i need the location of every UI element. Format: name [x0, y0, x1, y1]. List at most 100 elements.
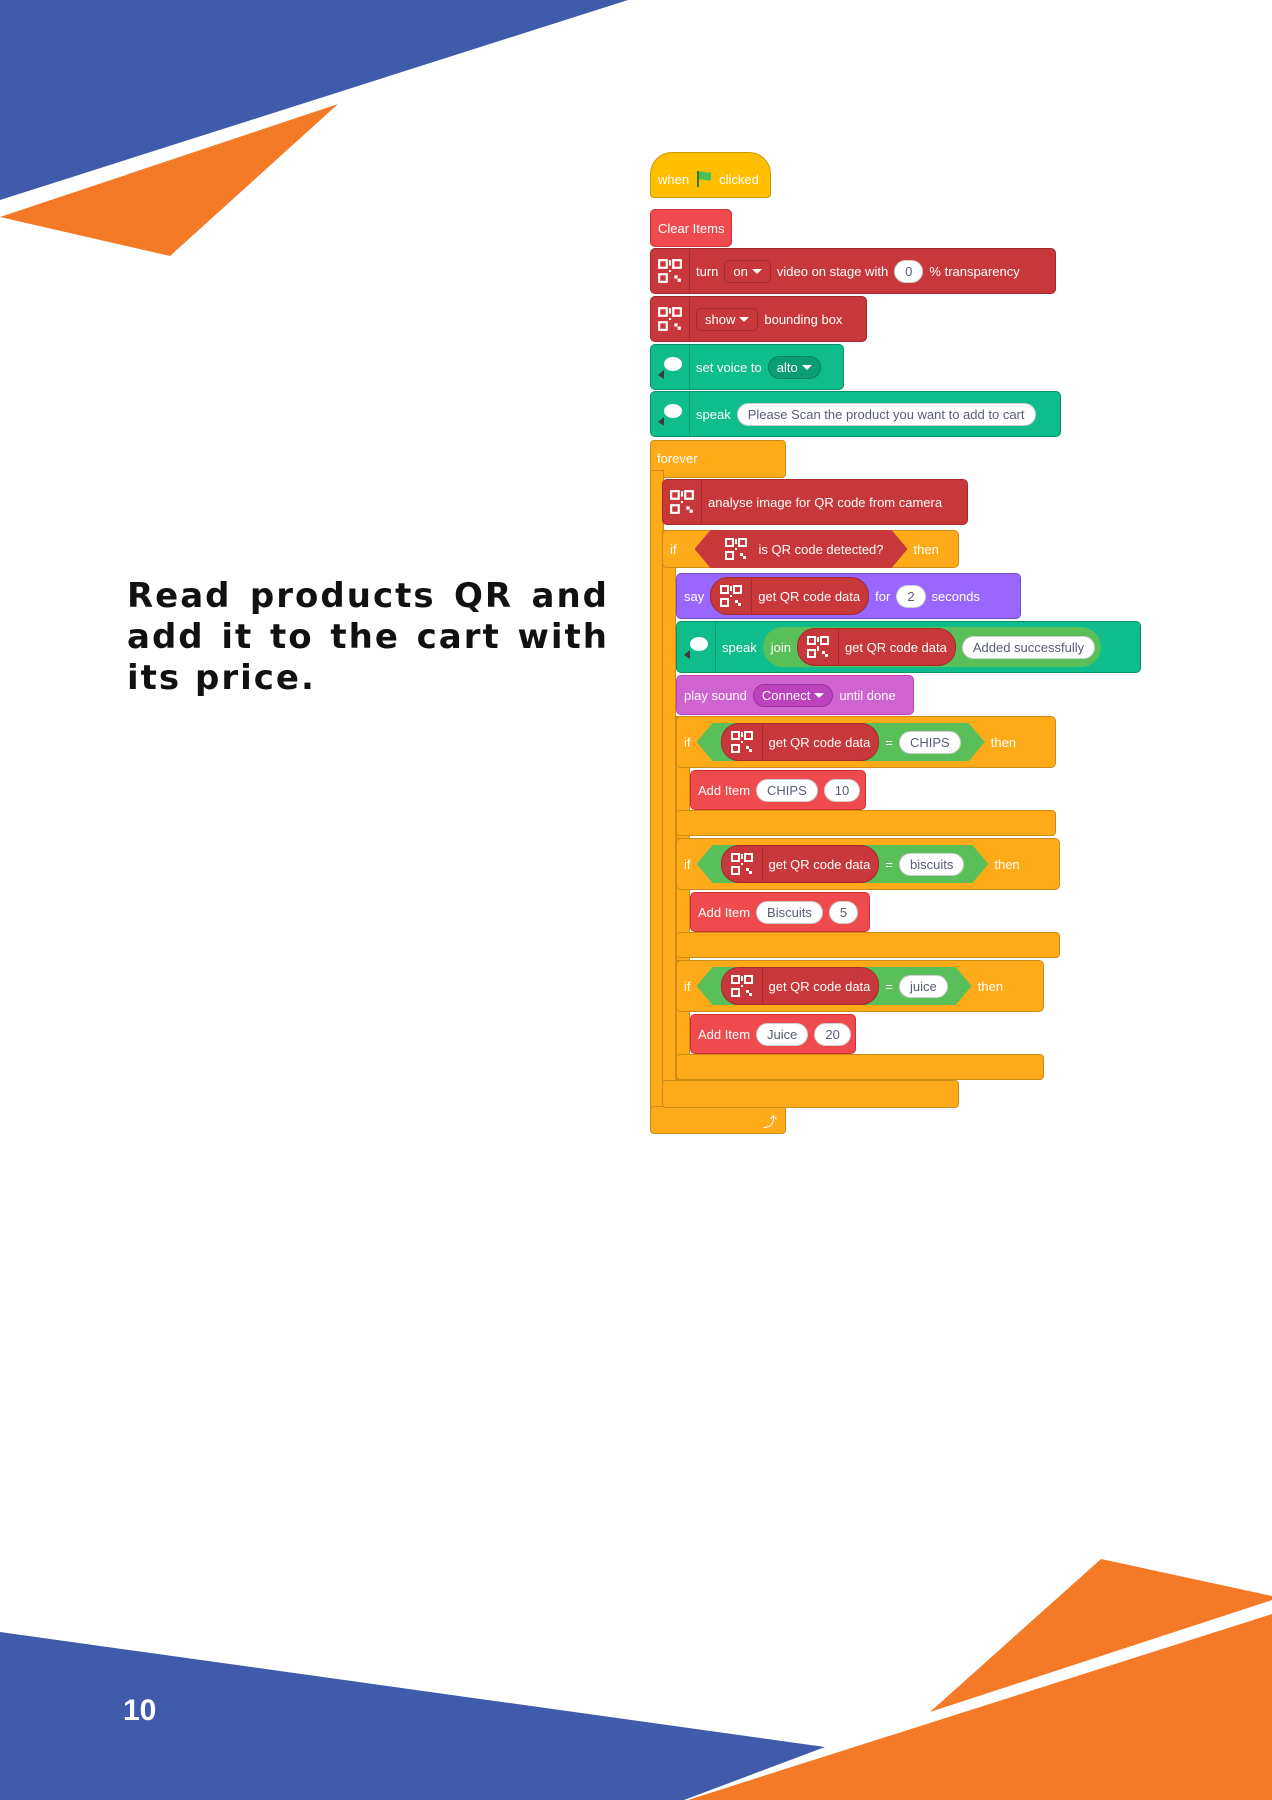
- sound-dropdown[interactable]: Connect: [752, 683, 834, 707]
- add-item-label: Add Item: [698, 904, 751, 920]
- seconds-label: seconds: [931, 588, 980, 604]
- if-chips-block[interactable]: if get QR code data = CHIPS then: [676, 716, 1056, 768]
- if-juice-block[interactable]: if get QR code data = juice then: [676, 960, 1044, 1012]
- if-detected-block[interactable]: if is QR code detected? then: [662, 530, 959, 568]
- if-label: if: [684, 856, 691, 872]
- add-item-block[interactable]: Add Item Juice 20: [690, 1014, 856, 1054]
- bounding-box-block[interactable]: show bounding box: [650, 296, 867, 342]
- equals-operator[interactable]: get QR code data = biscuits: [697, 845, 989, 883]
- item-price-input[interactable]: 20: [814, 1022, 851, 1046]
- item-price-input[interactable]: 10: [823, 778, 861, 802]
- analyse-image-block[interactable]: analyse image for QR code from camera: [662, 479, 968, 525]
- play-sound-block[interactable]: play sound Connect until done: [676, 675, 914, 715]
- get-qr-data-label: get QR code data: [768, 978, 871, 994]
- add-item-block[interactable]: Add Item Biscuits 5: [690, 892, 870, 932]
- get-qr-data-reporter[interactable]: get QR code data: [721, 723, 880, 761]
- loop-arrow-icon: ⤴: [763, 1114, 777, 1130]
- if-biscuits-block[interactable]: if get QR code data = biscuits then: [676, 838, 1060, 890]
- if-detected-arm: [662, 530, 676, 1090]
- qr-code-icon: [711, 578, 753, 614]
- if-label: if: [670, 541, 677, 557]
- turn-label: turn: [696, 263, 719, 279]
- page-description: Read products QR and add it to the cart …: [127, 576, 609, 698]
- voice-dropdown[interactable]: alto: [767, 355, 821, 379]
- get-qr-data-label: get QR code data: [758, 588, 861, 604]
- qr-code-icon: [651, 297, 690, 341]
- bbox-value: show: [705, 311, 736, 327]
- if-detected-bottom: [662, 1080, 959, 1108]
- video-state-dropdown[interactable]: on: [724, 259, 771, 283]
- voice-value: alto: [776, 359, 798, 375]
- qr-code-icon: [663, 480, 702, 524]
- add-item-block[interactable]: Add Item CHIPS 10: [690, 770, 866, 810]
- then-label: then: [913, 541, 939, 557]
- chevron-down-icon: [801, 364, 812, 370]
- speech-bubble-icon: [651, 345, 690, 389]
- top-blue-triangle: [0, 0, 628, 200]
- say-block[interactable]: say get QR code data for 2 seconds: [676, 573, 1021, 619]
- speak-block[interactable]: speak Please Scan the product you want t…: [650, 391, 1061, 437]
- get-qr-data-label: get QR code data: [768, 856, 871, 872]
- transparency-input[interactable]: 0: [894, 259, 924, 283]
- join-text-input[interactable]: Added successfully: [961, 635, 1096, 659]
- add-item-label: Add Item: [698, 782, 751, 798]
- set-voice-block[interactable]: set voice to alto: [650, 344, 844, 390]
- equals-operator[interactable]: get QR code data = juice: [697, 967, 972, 1005]
- get-qr-data-reporter[interactable]: get QR code data: [721, 845, 880, 883]
- if-chips-bottom: [676, 810, 1056, 836]
- if-label: if: [684, 978, 691, 994]
- get-qr-data-reporter[interactable]: get QR code data: [710, 577, 870, 615]
- match-input[interactable]: biscuits: [899, 853, 964, 876]
- clear-items-label: Clear Items: [658, 220, 725, 236]
- when-label: when: [658, 171, 690, 187]
- join-label: join: [770, 639, 791, 655]
- qr-code-icon: [651, 249, 690, 293]
- if-juice-bottom: [676, 1054, 1044, 1080]
- match-input[interactable]: juice: [899, 975, 948, 998]
- qr-code-icon: [719, 530, 753, 568]
- until-done-label: until done: [839, 687, 896, 703]
- video-state-value: on: [733, 263, 748, 279]
- when-flag-clicked-block[interactable]: when clicked: [650, 152, 771, 198]
- speak-join-block[interactable]: speak join get QR code data Added succes…: [676, 621, 1141, 673]
- clicked-label: clicked: [719, 171, 759, 187]
- turn-video-block[interactable]: turn on video on stage with 0 % transpar…: [650, 248, 1056, 294]
- get-qr-data-label: get QR code data: [844, 639, 947, 655]
- speak-label: speak: [696, 406, 731, 422]
- page-number: 10: [123, 1694, 157, 1727]
- qr-code-icon: [722, 846, 763, 882]
- forever-block[interactable]: forever: [650, 440, 786, 478]
- bbox-label: bounding box: [764, 311, 843, 327]
- chevron-down-icon: [739, 316, 750, 322]
- seconds-input[interactable]: 2: [896, 584, 926, 608]
- speak-label: speak: [722, 639, 757, 655]
- if-label: if: [684, 734, 691, 750]
- equals-label: =: [885, 856, 893, 872]
- page-decoration: [0, 0, 1272, 1800]
- play-sound-label: play sound: [684, 687, 747, 703]
- join-reporter[interactable]: join get QR code data Added successfully: [762, 627, 1102, 667]
- speak-text-input[interactable]: Please Scan the product you want to add …: [736, 402, 1036, 426]
- clear-items-block[interactable]: Clear Items: [650, 209, 732, 247]
- match-input[interactable]: CHIPS: [899, 731, 961, 754]
- then-label: then: [994, 856, 1020, 872]
- then-label: then: [977, 978, 1004, 994]
- item-name-input[interactable]: Juice: [756, 1022, 809, 1046]
- get-qr-data-label: get QR code data: [768, 734, 871, 750]
- item-name-input[interactable]: Biscuits: [756, 900, 823, 924]
- bbox-dropdown[interactable]: show: [696, 307, 759, 331]
- chevron-down-icon: [751, 268, 762, 274]
- equals-label: =: [885, 734, 893, 750]
- get-qr-data-reporter[interactable]: get QR code data: [796, 628, 956, 666]
- equals-operator[interactable]: get QR code data = CHIPS: [697, 723, 985, 761]
- for-label: for: [875, 588, 891, 604]
- analyse-label: analyse image for QR code from camera: [708, 494, 943, 510]
- item-price-input[interactable]: 5: [828, 900, 859, 924]
- sound-value: Connect: [761, 687, 811, 703]
- then-label: then: [990, 734, 1017, 750]
- item-name-input[interactable]: CHIPS: [756, 778, 818, 802]
- get-qr-data-reporter[interactable]: get QR code data: [721, 967, 880, 1005]
- is-qr-detected-reporter[interactable]: is QR code detected?: [695, 530, 908, 568]
- qr-code-icon: [722, 724, 763, 760]
- green-flag-icon: [697, 171, 712, 187]
